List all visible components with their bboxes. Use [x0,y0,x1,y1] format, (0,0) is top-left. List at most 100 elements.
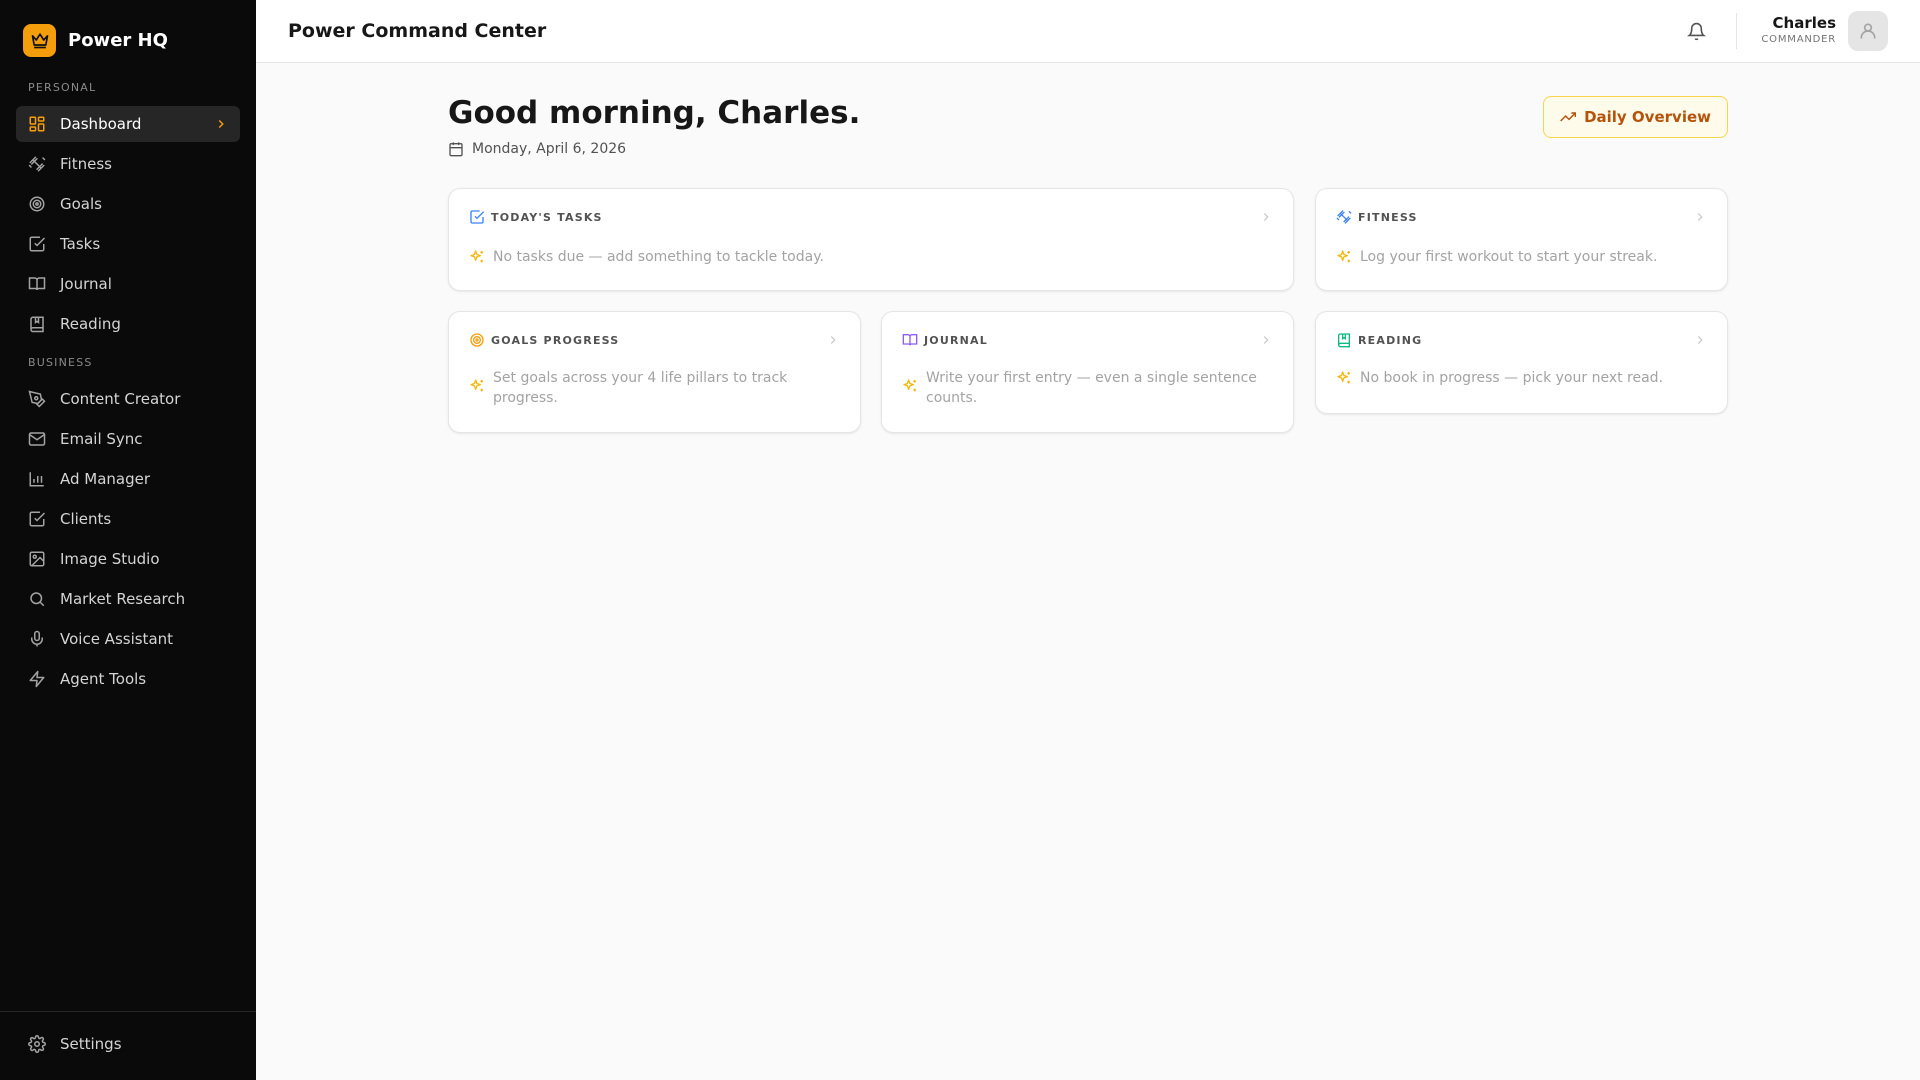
chevron-right-icon [1693,333,1707,347]
sparkles-icon [1336,249,1352,265]
chevron-right-icon [826,333,840,347]
fitness-card[interactable]: FITNESS Log your first workout to start … [1315,188,1728,291]
card-title: TODAY'S TASKS [491,210,603,224]
dumbbell-icon [1336,209,1352,225]
target-icon [28,195,46,213]
mic-icon [28,630,46,648]
sidebar-item-agent-tools[interactable]: Agent Tools [16,661,240,697]
sidebar-item-dashboard[interactable]: Dashboard [16,106,240,142]
business-nav: Content Creator Email Sync Ad Manager Cl… [0,381,256,697]
sidebar-item-fitness[interactable]: Fitness [16,146,240,182]
sidebar-item-reading[interactable]: Reading [16,306,240,342]
sparkles-icon [469,249,485,265]
sidebar-item-label: Content Creator [60,390,181,408]
crown-icon [23,23,56,57]
sidebar-item-content-creator[interactable]: Content Creator [16,381,240,417]
chevron-right-icon [1259,210,1273,224]
book-open-icon [28,275,46,293]
goals-progress-card[interactable]: GOALS PROGRESS Set goals across your 4 l… [448,311,861,433]
sidebar-item-label: Voice Assistant [60,630,174,648]
sidebar-item-label: Dashboard [60,115,142,133]
sidebar-item-label: Image Studio [60,550,160,568]
user-role: COMMANDER [1761,34,1836,45]
card-title: GOALS PROGRESS [491,333,620,347]
calendar-icon [448,141,464,157]
user-name: Charles [1772,14,1836,32]
card-empty-text: No tasks due — add something to tackle t… [493,249,824,265]
sidebar-item-label: Email Sync [60,430,143,448]
daily-overview-label: Daily Overview [1584,108,1711,126]
top-bar-actions: Charles COMMANDER [1676,0,1920,63]
sidebar-item-goals[interactable]: Goals [16,186,240,222]
chevron-right-icon [1259,333,1273,347]
pen-tool-icon [28,390,46,408]
sidebar-item-label: Settings [60,1035,122,1053]
mail-icon [28,430,46,448]
check-square-icon [28,235,46,253]
top-bar: Power Command Center Charles COMMANDER [256,0,1920,63]
check-square-icon [28,510,46,528]
journal-card[interactable]: JOURNAL Write your first entry — even a … [881,311,1294,433]
bell-icon [1686,22,1706,41]
sidebar-item-market-research[interactable]: Market Research [16,581,240,617]
reading-card[interactable]: READING No book in progress — pick your … [1315,311,1728,414]
dumbbell-icon [28,155,46,173]
card-title: JOURNAL [924,333,988,347]
sidebar-item-label: Reading [60,315,121,333]
card-empty-text: Set goals across your 4 life pillars to … [493,370,788,406]
avatar[interactable] [1848,11,1888,51]
zap-icon [28,670,46,688]
card-empty-text: Write your first entry — even a single s… [926,370,1257,406]
bookmark-book-icon [1336,332,1352,348]
search-icon [28,590,46,608]
sidebar-item-clients[interactable]: Clients [16,501,240,537]
section-label-business: BUSINESS [28,356,93,369]
sparkles-icon [469,378,485,394]
user-info: Charles COMMANDER [1761,14,1836,48]
bookmark-book-icon [28,315,46,333]
dashboard-icon [28,115,46,133]
sidebar-item-label: Goals [60,195,102,213]
main-content: Good morning, Charles. Monday, April 6, … [448,94,1728,433]
date-row: Monday, April 6, 2026 [448,141,1728,157]
sidebar-item-label: Agent Tools [60,670,147,688]
notification-bell-button[interactable] [1676,11,1716,51]
brand-name: Power HQ [68,29,168,51]
gear-icon [28,1035,46,1053]
brand[interactable]: Power HQ [0,0,256,80]
sidebar-item-email-sync[interactable]: Email Sync [16,421,240,457]
card-title: FITNESS [1358,210,1418,224]
card-empty-text: No book in progress — pick your next rea… [1360,370,1664,386]
todays-tasks-card[interactable]: TODAY'S TASKS No tasks due — add somethi… [448,188,1294,291]
sidebar-item-settings[interactable]: Settings [16,1026,240,1062]
image-icon [28,550,46,568]
sidebar-item-label: Market Research [60,590,186,608]
sidebar-item-tasks[interactable]: Tasks [16,226,240,262]
sidebar-footer: Settings [0,1011,256,1080]
daily-overview-button[interactable]: Daily Overview [1543,96,1728,138]
divider [1736,13,1738,49]
sidebar-item-label: Clients [60,510,112,528]
sidebar-item-label: Fitness [60,155,112,173]
sidebar-item-label: Journal [60,275,112,293]
sidebar-item-label: Tasks [60,235,101,253]
sidebar-item-journal[interactable]: Journal [16,266,240,302]
user-icon [1858,21,1878,41]
sparkles-icon [1336,370,1352,386]
check-square-icon [469,209,485,225]
bar-chart-icon [28,470,46,488]
trending-up-icon [1560,109,1577,125]
target-icon [469,332,485,348]
greeting-heading: Good morning, Charles. [448,95,861,131]
personal-nav: Dashboard Fitness Goals Tasks Journal Re… [0,106,256,342]
chevron-right-icon [1693,210,1707,224]
section-label-personal: PERSONAL [28,81,97,94]
card-empty-text: Log your first workout to start your str… [1360,249,1658,265]
sparkles-icon [902,378,918,394]
book-open-icon [902,332,918,348]
sidebar-item-image-studio[interactable]: Image Studio [16,541,240,577]
card-title: READING [1358,333,1423,347]
current-date: Monday, April 6, 2026 [472,141,627,157]
sidebar-item-voice-assistant[interactable]: Voice Assistant [16,621,240,657]
sidebar-item-ad-manager[interactable]: Ad Manager [16,461,240,497]
